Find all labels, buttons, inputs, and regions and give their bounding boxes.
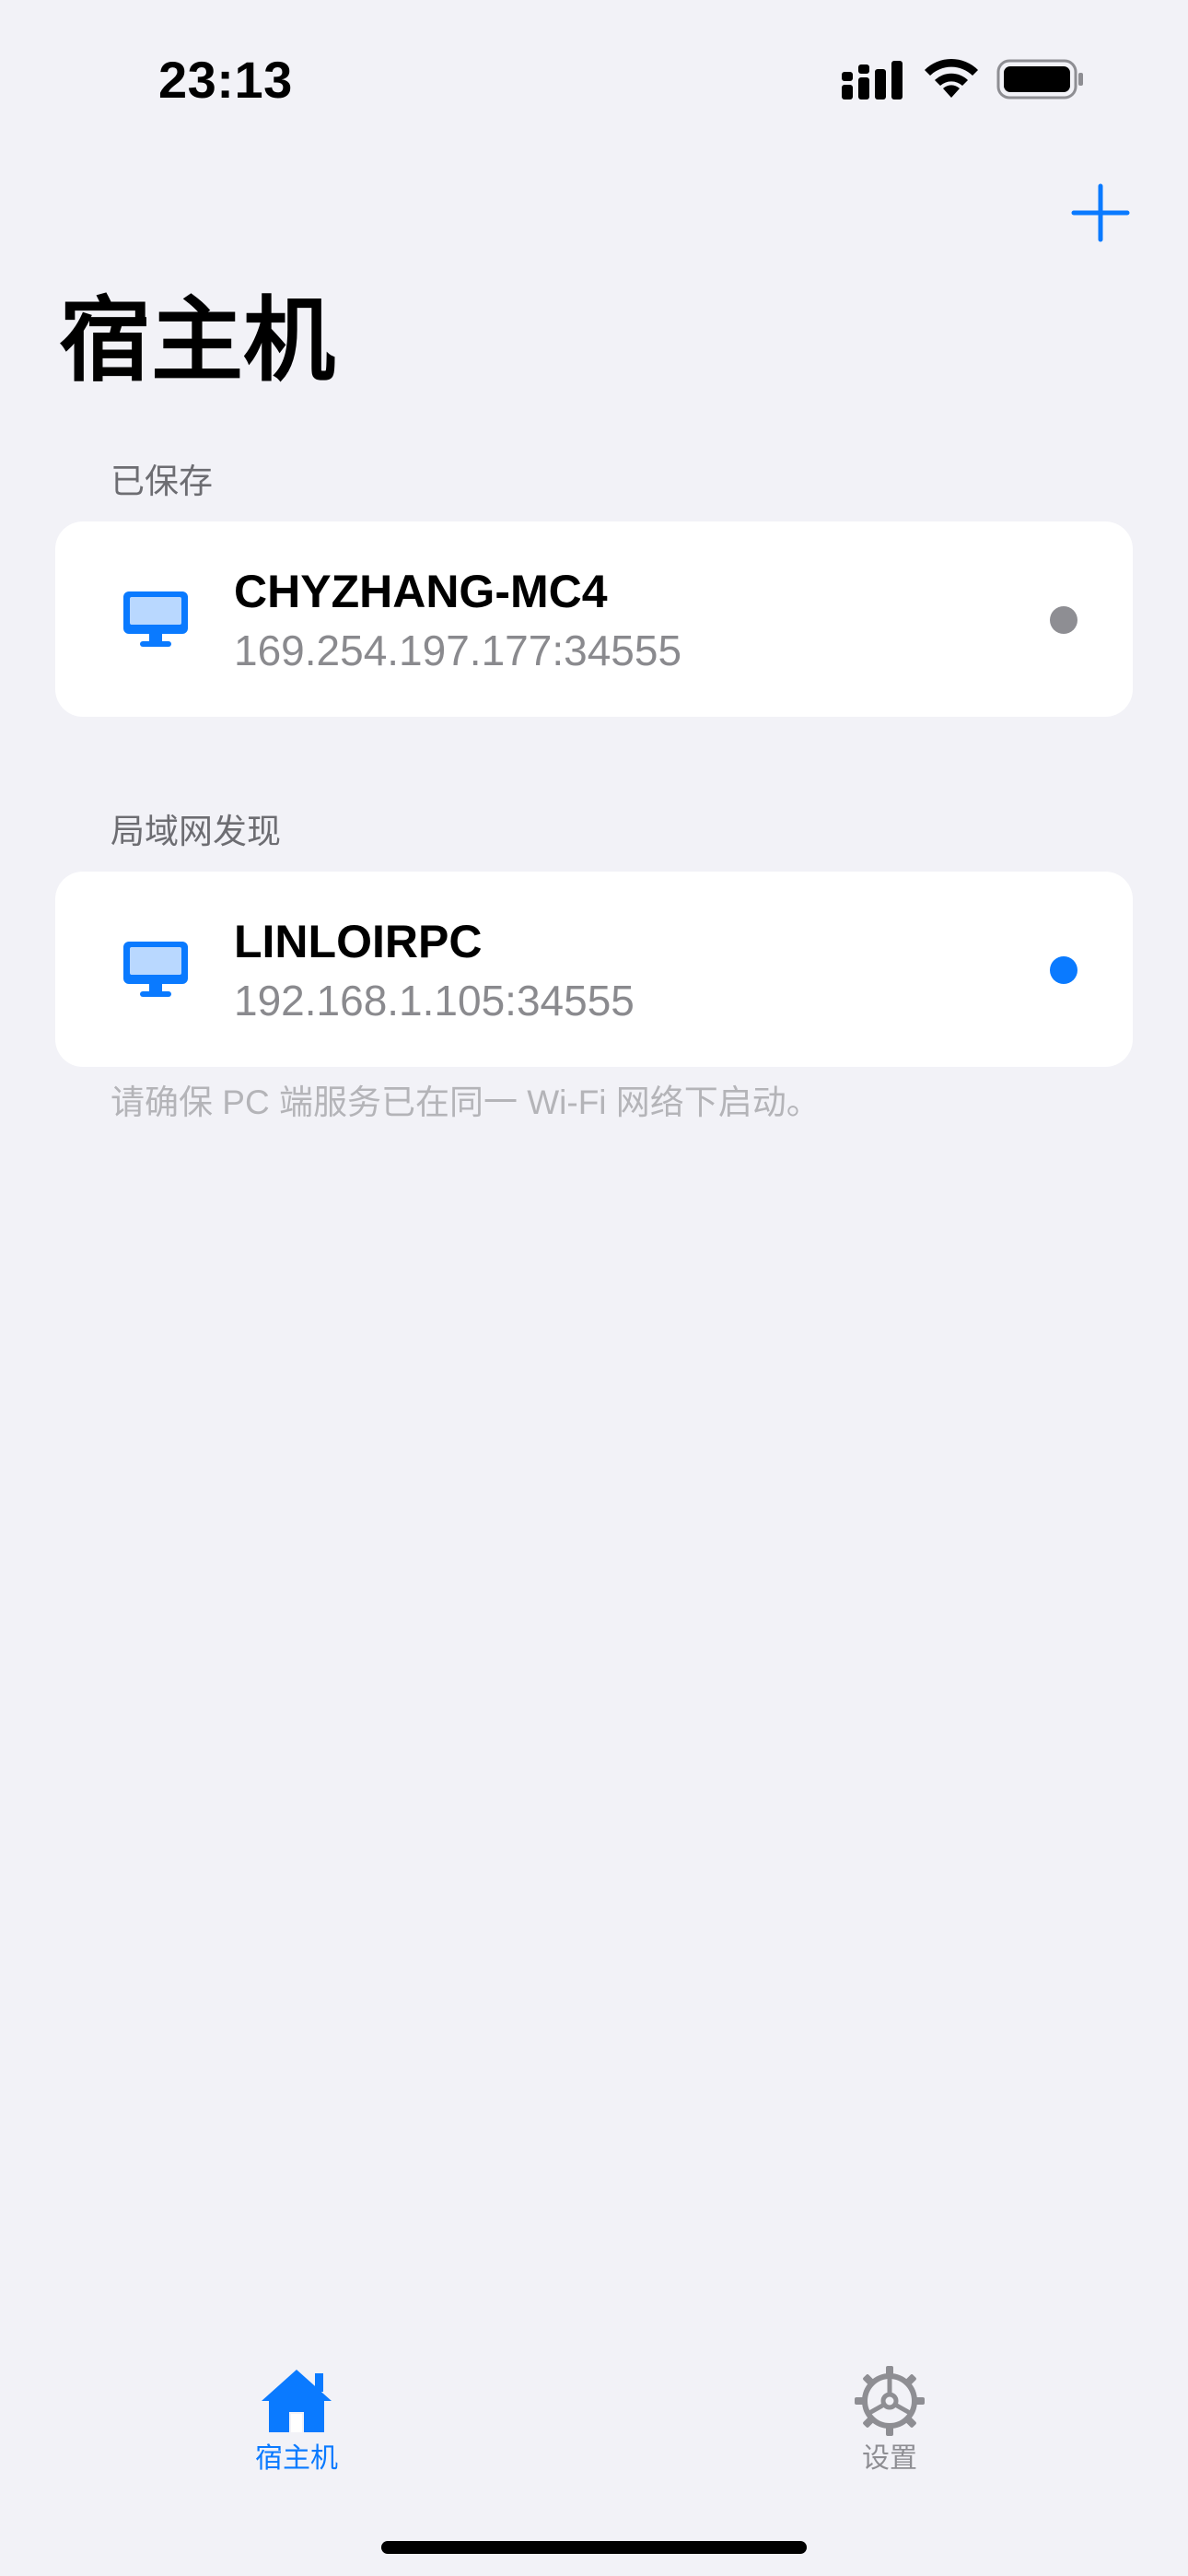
status-time: 23:13 [158,51,293,109]
battery-icon [996,59,1083,100]
page-title: 宿主机 [59,289,335,392]
host-name: LINLOIRPC [234,916,483,967]
status-bar: 23:13 [0,0,1188,157]
screen: 23:13 宿主机 已保存 CHYZHANG-MC4 169.254.197.1… [0,0,1188,2576]
host-address: 192.168.1.105:34555 [234,977,635,1025]
saved-host-row[interactable]: CHYZHANG-MC4 169.254.197.177:34555 [55,521,1133,717]
host-address: 169.254.197.177:34555 [234,626,682,674]
tab-label: 设置 [862,2443,917,2474]
gear-icon [855,2366,925,2436]
cellular-signal-icon [842,61,903,100]
host-name: CHYZHANG-MC4 [234,566,608,617]
desktop-icon [123,591,188,647]
tab-label: 宿主机 [255,2443,338,2474]
home-indicator [381,2541,807,2554]
add-host-button[interactable] [1068,181,1133,245]
status-dot-online [1050,956,1077,984]
house-icon [262,2370,332,2432]
footnote: 请确保 PC 端服务已在同一 Wi-Fi 网络下启动。 [111,1083,821,1121]
tab-hosts[interactable]: 宿主机 [204,2331,389,2497]
wifi-icon [925,58,978,98]
section-header-discovered: 局域网发现 [111,813,281,850]
status-dot-offline [1050,606,1077,634]
section-header-saved: 已保存 [111,463,213,500]
desktop-icon [123,942,188,997]
tab-settings[interactable]: 设置 [798,2331,982,2497]
tab-bar [0,2331,1188,2576]
discovered-host-row[interactable]: LINLOIRPC 192.168.1.105:34555 [55,872,1133,1067]
